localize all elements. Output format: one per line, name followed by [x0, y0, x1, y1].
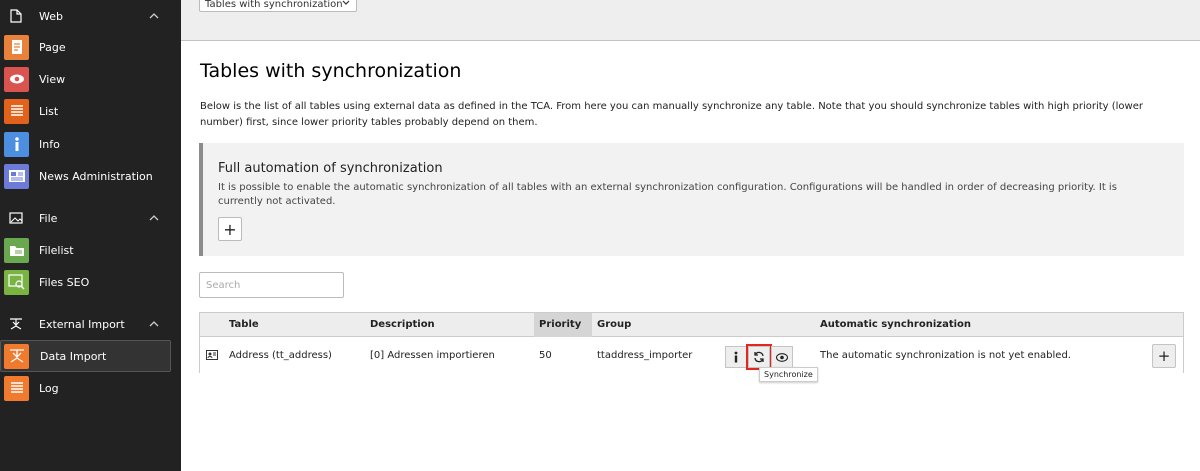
enable-automation-button[interactable]: + [218, 217, 242, 241]
import-icon [8, 316, 24, 332]
cell-auto-sync: The automatic synchronization is not yet… [820, 350, 1071, 361]
module-label: Data Import [40, 349, 107, 363]
view-selector[interactable]: Tables with synchronization [199, 0, 357, 12]
callout-text: It is possible to enable the automatic s… [218, 182, 1117, 207]
chevron-up-icon[interactable] [149, 319, 159, 329]
module-content: Tables with synchronization Below is the… [181, 42, 1200, 471]
module-page[interactable]: Page [0, 31, 181, 63]
callout-title: Full automation of synchronization [218, 161, 443, 176]
cell-group: ttaddress_importer [597, 350, 693, 361]
module-info[interactable]: Info [0, 128, 181, 160]
group-web[interactable]: Web [0, 2, 181, 30]
sync-table: Table Description Priority Group Automat… [199, 312, 1184, 373]
module-label: Log [39, 381, 59, 395]
chevron-down-icon [342, 0, 350, 5]
eye-icon [776, 352, 788, 362]
module-list[interactable]: List [0, 95, 181, 127]
header-group[interactable]: Group [597, 313, 631, 337]
group-label: Web [39, 9, 63, 23]
group-label: External Import [39, 317, 125, 331]
module-menu: Web Page View List Info News Administrat… [0, 0, 181, 471]
synchronize-tooltip: Synchronize [759, 367, 818, 382]
module-label: News Administration [39, 169, 153, 183]
header-auto-sync[interactable]: Automatic synchronization [820, 313, 971, 337]
module-news-administration[interactable]: News Administration [0, 160, 181, 192]
group-label: File [39, 211, 58, 225]
docheader: Tables with synchronization [181, 0, 1200, 41]
module-label: Files SEO [39, 275, 90, 289]
info-button[interactable] [725, 346, 747, 368]
header-priority[interactable]: Priority [534, 313, 592, 337]
search-input[interactable] [199, 272, 344, 298]
chevron-up-icon[interactable] [149, 213, 159, 223]
module-files-seo[interactable]: Files SEO [0, 266, 181, 298]
page-icon [4, 34, 29, 60]
chevron-up-icon[interactable] [149, 11, 159, 21]
intro-text: Below is the list of all tables using ex… [200, 101, 1143, 128]
page-title: Tables with synchronization [200, 60, 462, 82]
image-icon [8, 210, 24, 226]
module-label: Filelist [39, 243, 74, 257]
list-icon [4, 98, 29, 124]
module-label: List [39, 104, 59, 118]
document-icon [8, 8, 24, 24]
refresh-icon [754, 351, 764, 363]
address-record-icon [206, 350, 218, 360]
filelist-icon [4, 237, 29, 263]
module-filelist[interactable]: Filelist [0, 234, 181, 266]
module-data-import[interactable]: Data Import [0, 340, 171, 372]
cell-table: Address (tt_address) [229, 350, 332, 361]
module-view[interactable]: View [0, 63, 181, 95]
group-file[interactable]: File [0, 204, 181, 232]
eye-icon [4, 66, 29, 92]
preview-button[interactable] [771, 346, 793, 368]
group-external-import[interactable]: External Import [0, 310, 181, 338]
automation-callout: Full automation of synchronization It is… [199, 143, 1184, 256]
cell-priority: 50 [539, 350, 552, 361]
info-icon [734, 351, 738, 363]
table-row: Address (tt_address) [0] Adressen import… [200, 338, 1183, 373]
files-seo-icon [4, 269, 29, 295]
header-description[interactable]: Description [370, 313, 435, 337]
module-label: Page [39, 40, 66, 54]
table-header: Table Description Priority Group Automat… [200, 313, 1183, 337]
module-log[interactable]: Log [0, 372, 181, 404]
header-table[interactable]: Table [229, 313, 259, 337]
add-schedule-button[interactable]: + [1152, 344, 1176, 368]
log-icon [4, 375, 29, 401]
news-icon [4, 163, 29, 189]
info-icon [4, 131, 29, 157]
module-label: View [39, 72, 66, 86]
module-label: Info [39, 137, 60, 151]
synchronize-button[interactable] [746, 344, 772, 370]
view-selector-value: Tables with synchronization [205, 0, 343, 10]
data-import-icon [4, 343, 29, 369]
cell-description: [0] Adressen importieren [370, 350, 495, 361]
